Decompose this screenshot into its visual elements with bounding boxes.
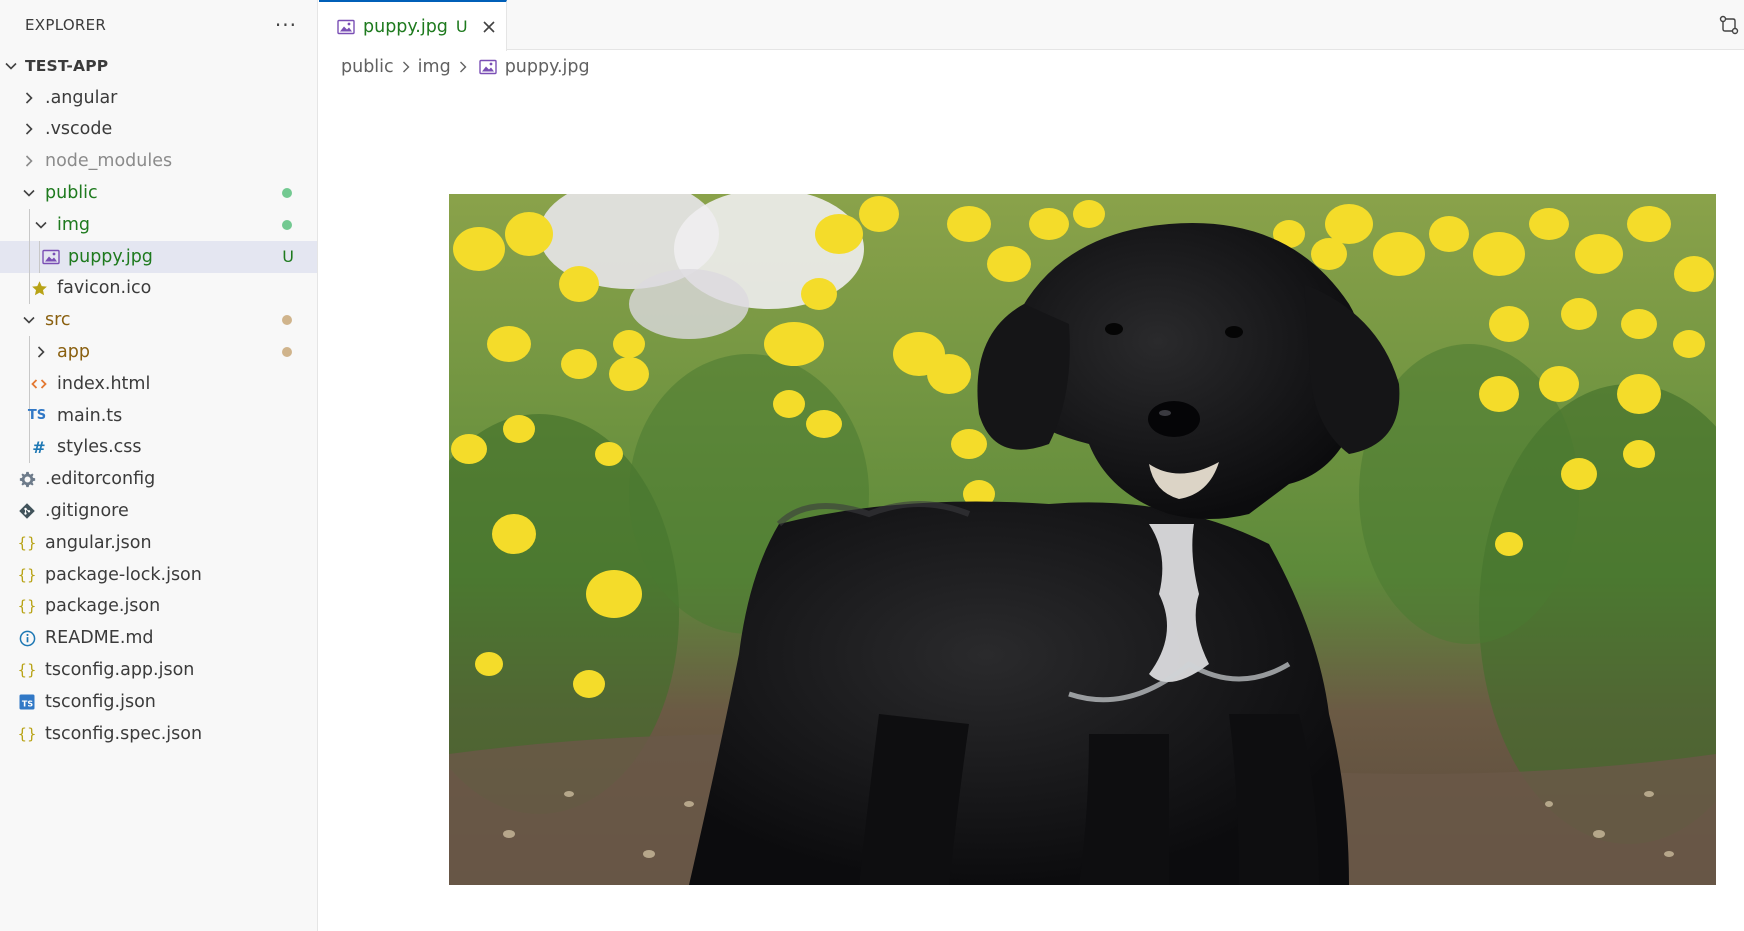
tree-item-label: angular.json <box>45 532 152 553</box>
tree-folder-angular[interactable]: .angular <box>0 82 317 114</box>
tab-puppy-jpg[interactable]: puppy.jpg U <box>319 0 507 51</box>
star-icon <box>30 279 48 297</box>
untracked-badge: U <box>282 247 294 267</box>
tree-folder-img[interactable]: img <box>0 208 317 241</box>
tree-item-label: .vscode <box>45 119 113 140</box>
tree-item-label: styles.css <box>57 437 142 458</box>
json-icon: {} <box>17 724 37 743</box>
tree-file-package-lock-json[interactable]: {} package-lock.json <box>0 559 317 591</box>
tree-folder-node-modules[interactable]: node_modules <box>0 145 317 177</box>
chevron-right-icon <box>20 89 38 107</box>
close-icon[interactable] <box>480 18 498 36</box>
tree-item-label: tsconfig.app.json <box>45 660 195 681</box>
untracked-dot <box>282 219 292 230</box>
tree-file-tsconfig-json[interactable]: TS tsconfig.json <box>0 686 317 718</box>
tree-item-label: .angular <box>45 87 118 108</box>
tree-folder-vscode[interactable]: .vscode <box>0 114 317 146</box>
info-icon <box>18 629 36 647</box>
untracked-badge: U <box>455 17 468 36</box>
file-tree: TEST-APP .angular .vscode node_modules p… <box>0 50 317 750</box>
tree-root-label: TEST-APP <box>25 56 109 75</box>
indent-guide <box>39 240 40 273</box>
tree-folder-app[interactable]: app <box>0 336 317 368</box>
tree-item-label: package.json <box>45 596 161 617</box>
tree-item-label: src <box>45 310 71 331</box>
explorer-sidebar: EXPLORER ··· TEST-APP .angular .vscode n… <box>0 0 318 931</box>
chevron-down-icon <box>32 216 50 234</box>
untracked-dot <box>282 188 292 199</box>
tree-folder-src[interactable]: src <box>0 304 317 336</box>
modified-dot <box>282 315 292 326</box>
tree-item-label: app <box>57 342 90 363</box>
breadcrumb-img[interactable]: img <box>418 57 451 77</box>
tree-folder-public[interactable]: public <box>0 177 317 209</box>
chevron-down-icon <box>2 57 20 75</box>
html-icon <box>30 375 48 393</box>
chevron-right-icon <box>20 152 38 170</box>
json-icon: {} <box>17 597 37 616</box>
tree-item-label: tsconfig.spec.json <box>45 723 203 744</box>
tree-item-label: puppy.jpg <box>68 246 153 267</box>
tab-label: puppy.jpg <box>363 16 448 37</box>
tree-item-label: .gitignore <box>45 501 129 522</box>
chevron-right-icon <box>20 120 38 138</box>
modified-dot <box>282 347 292 358</box>
image-icon <box>478 59 497 75</box>
explorer-header: EXPLORER ··· <box>0 0 317 50</box>
tree-file-editorconfig[interactable]: .editorconfig <box>0 463 317 495</box>
image-icon <box>337 19 355 35</box>
tree-item-label: .editorconfig <box>45 469 156 490</box>
breadcrumb-public[interactable]: public <box>341 57 394 77</box>
tree-item-label: node_modules <box>45 151 173 172</box>
chevron-down-icon <box>20 311 38 329</box>
image-preview[interactable] <box>449 194 1716 885</box>
chevron-right-icon <box>400 60 412 74</box>
tsconfig-icon: TS <box>18 693 36 711</box>
json-icon: {} <box>17 533 37 552</box>
indent-guide <box>29 240 30 273</box>
tree-file-angular-json[interactable]: {} angular.json <box>0 527 317 559</box>
breadcrumb-puppy-jpg[interactable]: puppy.jpg <box>505 57 590 77</box>
more-actions-icon[interactable]: ··· <box>275 15 297 35</box>
tree-item-label: img <box>57 214 91 235</box>
tree-item-label: index.html <box>57 373 151 394</box>
json-icon: {} <box>17 661 37 680</box>
svg-text:TS: TS <box>22 699 33 708</box>
open-changes-icon[interactable] <box>1718 14 1740 36</box>
typescript-icon: TS <box>27 408 47 424</box>
tree-file-tsconfig-spec-json[interactable]: {} tsconfig.spec.json <box>0 718 317 750</box>
css-icon: # <box>32 437 46 457</box>
indent-guide <box>29 208 30 241</box>
tree-root-test-app[interactable]: TEST-APP <box>0 50 317 82</box>
image-icon <box>42 248 60 266</box>
tree-file-tsconfig-app-json[interactable]: {} tsconfig.app.json <box>0 654 317 686</box>
chevron-right-icon <box>457 60 469 74</box>
editor-tab-bar: puppy.jpg U <box>319 0 1744 51</box>
chevron-right-icon <box>32 343 50 361</box>
indent-guide <box>29 336 30 368</box>
breadcrumb: public img puppy.jpg <box>341 54 590 80</box>
tree-file-puppy-jpg[interactable]: puppy.jpg U <box>0 240 317 273</box>
chevron-down-icon <box>20 184 38 202</box>
tree-file-index-html[interactable]: index.html <box>0 367 317 400</box>
git-icon <box>18 502 36 520</box>
tree-file-package-json[interactable]: {} package.json <box>0 591 317 623</box>
gear-icon <box>18 470 36 488</box>
puppy-photo <box>449 194 1716 885</box>
tree-item-label: main.ts <box>57 405 123 426</box>
tree-item-label: favicon.ico <box>57 278 152 299</box>
tree-item-label: public <box>45 183 98 204</box>
explorer-title: EXPLORER <box>25 16 107 34</box>
tree-file-main-ts[interactable]: TS main.ts <box>0 399 317 432</box>
tree-file-readme[interactable]: README.md <box>0 622 317 654</box>
tree-file-gitignore[interactable]: .gitignore <box>0 495 317 527</box>
tree-item-label: package-lock.json <box>45 564 202 585</box>
json-icon: {} <box>17 565 37 584</box>
tree-file-styles-css[interactable]: # styles.css <box>0 431 317 464</box>
tree-item-label: README.md <box>45 628 154 649</box>
tree-item-label: tsconfig.json <box>45 691 156 712</box>
tree-file-favicon[interactable]: favicon.ico <box>0 272 317 305</box>
